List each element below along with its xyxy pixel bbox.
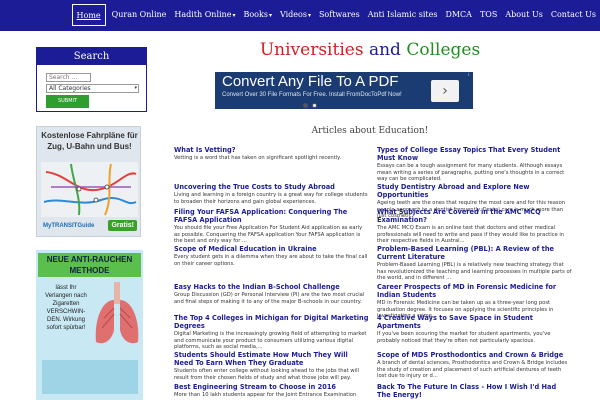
- nav-label: Books: [243, 10, 268, 19]
- article-excerpt: You should file your Free Application Fo…: [174, 225, 363, 244]
- nav-home[interactable]: Home: [71, 4, 106, 26]
- article-title-link[interactable]: Filing Your FAFSA Application: Conquerin…: [174, 208, 369, 224]
- article-excerpt: Problem-Based Learning (PBL) is a relati…: [377, 262, 572, 281]
- article-title-link[interactable]: The Top 4 Colleges in Michigan for Digit…: [174, 314, 369, 330]
- ad-headline: NEUE ANTI-RAUCHEN METHODE: [38, 253, 141, 277]
- lungs-icon: [95, 282, 139, 344]
- article-title-link[interactable]: Scope of MDS Prosthodontics and Crown & …: [377, 351, 572, 359]
- nav-label: Softwares: [318, 10, 360, 19]
- banner-title: Convert Any File To A PDF: [222, 73, 399, 90]
- ad-image-footer: [42, 360, 138, 394]
- article-title-link[interactable]: 4 Creative Ways to Save Space in Student…: [377, 314, 572, 330]
- nav-about-us[interactable]: About Us: [501, 4, 546, 26]
- site-title-part: Colleges: [406, 40, 481, 60]
- category-selected-value: All Categories: [49, 85, 91, 92]
- article-item: Students Should Estimate How Much They W…: [174, 351, 369, 381]
- article-title-link[interactable]: Best Engineering Stream to Choose in 201…: [174, 383, 369, 391]
- carousel-dots: [303, 103, 317, 108]
- article-excerpt: Group Discussion (GD) or Personal Interv…: [174, 292, 365, 305]
- nav-label: DMCA: [445, 10, 472, 19]
- chevron-right-icon[interactable]: ›: [431, 80, 459, 102]
- article-excerpt: The AMC MCQ Exam is an online test that …: [377, 225, 565, 244]
- search-input[interactable]: [46, 73, 91, 82]
- article-title-link[interactable]: What Subjects Are Covered in the AMC MCQ…: [377, 208, 572, 224]
- article-title-link[interactable]: What Is Vetting?: [174, 146, 369, 154]
- nav-label: Home: [76, 11, 101, 20]
- article-excerpt: Every student gets in a dilemma when the…: [174, 254, 368, 267]
- nav-label: Quran Online: [111, 10, 167, 19]
- nav-label: About Us: [505, 10, 543, 19]
- article-excerpt: Essays can be a tough assignment for man…: [377, 163, 565, 182]
- article-title-link[interactable]: Students Should Estimate How Much They W…: [174, 351, 369, 367]
- article-title-link[interactable]: Uncovering the True Costs to Study Abroa…: [174, 183, 369, 191]
- carousel-dot[interactable]: [312, 103, 317, 108]
- top-navigation-bar: Home Quran Online Hadith Online▾ Books▾ …: [0, 0, 600, 31]
- adchoices-icon[interactable]: i: [465, 72, 472, 79]
- article-title-link[interactable]: Scope of Medical Education in Ukraine: [174, 245, 369, 253]
- ad-headline: Kostenlose Fahrpläne für Zug, U-Bahn und…: [41, 131, 138, 151]
- nav-hadith-online[interactable]: Hadith Online▾: [170, 4, 239, 26]
- article-item: Scope of Medical Education in Ukraine Ev…: [174, 245, 369, 267]
- nav-label: Videos: [279, 10, 307, 19]
- article-item: What Is Vetting? Vetting is a word that …: [174, 146, 369, 162]
- nav-anti-islamic-sites[interactable]: Anti Islamic sites: [364, 4, 442, 26]
- ad-body-text: lässt Ihr Verlangen nach Zigaretten VERS…: [45, 285, 87, 331]
- banner-subtitle: Convert Over 30 File Formats For Free. I…: [222, 92, 402, 98]
- nav-tos[interactable]: TOS: [476, 4, 501, 26]
- ad-cta-button[interactable]: Gratis!: [108, 220, 137, 231]
- article-item: The Top 4 Colleges in Michigan for Digit…: [174, 314, 369, 351]
- nav-videos[interactable]: Videos▾: [276, 4, 315, 26]
- search-heading: Search: [37, 48, 146, 65]
- article-title-link[interactable]: Study Dentistry Abroad and Explore New O…: [377, 183, 572, 199]
- article-excerpt: A branch of dental sciences, Prosthodont…: [377, 360, 568, 379]
- site-title: Universities and Colleges: [160, 40, 580, 60]
- nav-label: Anti Islamic sites: [367, 10, 438, 19]
- article-excerpt: Living and learning in a foreign country…: [174, 192, 368, 205]
- article-item: Problem-Based Learning (PBL): A Review o…: [377, 245, 572, 282]
- article-excerpt: Vetting is a word that has taken on sign…: [174, 155, 342, 161]
- article-item: Scope of MDS Prosthodontics and Crown & …: [377, 351, 572, 380]
- nav-dmca[interactable]: DMCA: [441, 4, 476, 26]
- section-heading: Articles about Education!: [311, 126, 429, 136]
- article-title-link[interactable]: Problem-Based Learning (PBL): A Review o…: [377, 245, 572, 261]
- article-item: Easy Hacks to the Indian B-School Challe…: [174, 283, 369, 305]
- article-title-link[interactable]: Types of College Essay Topics That Every…: [377, 146, 572, 162]
- chevron-down-icon: ▾: [307, 12, 311, 19]
- article-title-link[interactable]: Career Prospects of MD in Forensic Medic…: [377, 283, 572, 299]
- nav-quran-online[interactable]: Quran Online: [108, 4, 171, 26]
- article-item: 4 Creative Ways to Save Space in Student…: [377, 314, 572, 344]
- chevron-down-icon: ▾: [268, 12, 272, 19]
- nav-books[interactable]: Books▾: [239, 4, 275, 26]
- nav-label: Hadith Online: [174, 10, 232, 19]
- article-excerpt: Digital Marketing is the increasingly gr…: [174, 331, 367, 350]
- category-select[interactable]: All Categories ▾: [46, 84, 139, 93]
- article-item: Types of College Essay Topics That Every…: [377, 146, 572, 183]
- anti-smoking-advertisement[interactable]: NEUE ANTI-RAUCHEN METHODE lässt Ihr Verl…: [36, 250, 143, 400]
- transit-advertisement[interactable]: Kostenlose Fahrpläne für Zug, U-Bahn und…: [36, 126, 141, 237]
- article-item: Best Engineering Stream to Choose in 201…: [174, 383, 369, 400]
- article-title-link[interactable]: Easy Hacks to the Indian B-School Challe…: [174, 283, 369, 291]
- chevron-down-icon: ▾: [134, 85, 137, 91]
- chevron-down-icon: ▾: [232, 12, 236, 19]
- nav-contact-us[interactable]: Contact Us: [547, 4, 600, 26]
- article-item: Uncovering the True Costs to Study Abroa…: [174, 183, 369, 205]
- article-excerpt: Students often enter college without loo…: [174, 368, 359, 381]
- main-menu: Home Quran Online Hadith Online▾ Books▾ …: [71, 4, 600, 26]
- site-title-part: Universities: [259, 40, 364, 60]
- site-title-part: and: [368, 40, 401, 60]
- nav-label: Contact Us: [550, 10, 596, 19]
- search-submit-button[interactable]: SUBMIT: [46, 95, 89, 108]
- article-item: Back To The Future In Class - How I Wish…: [377, 383, 572, 399]
- transit-guide-logo: MyTRANSITGuide: [43, 223, 95, 229]
- article-item: Filing Your FAFSA Application: Conquerin…: [174, 208, 369, 245]
- nav-softwares[interactable]: Softwares: [315, 4, 364, 26]
- nav-label: TOS: [479, 10, 498, 19]
- article-excerpt: More than 10 lakh students appear for th…: [174, 392, 357, 400]
- carousel-dot[interactable]: [303, 103, 308, 108]
- pdf-converter-banner-ad[interactable]: Convert Any File To A PDF Convert Over 3…: [215, 72, 473, 109]
- article-excerpt: If you've been scouring the market for s…: [377, 331, 551, 344]
- article-title-link[interactable]: Back To The Future In Class - How I Wish…: [377, 383, 572, 399]
- transit-map-image: [41, 162, 138, 217]
- article-item: What Subjects Are Covered in the AMC MCQ…: [377, 208, 572, 245]
